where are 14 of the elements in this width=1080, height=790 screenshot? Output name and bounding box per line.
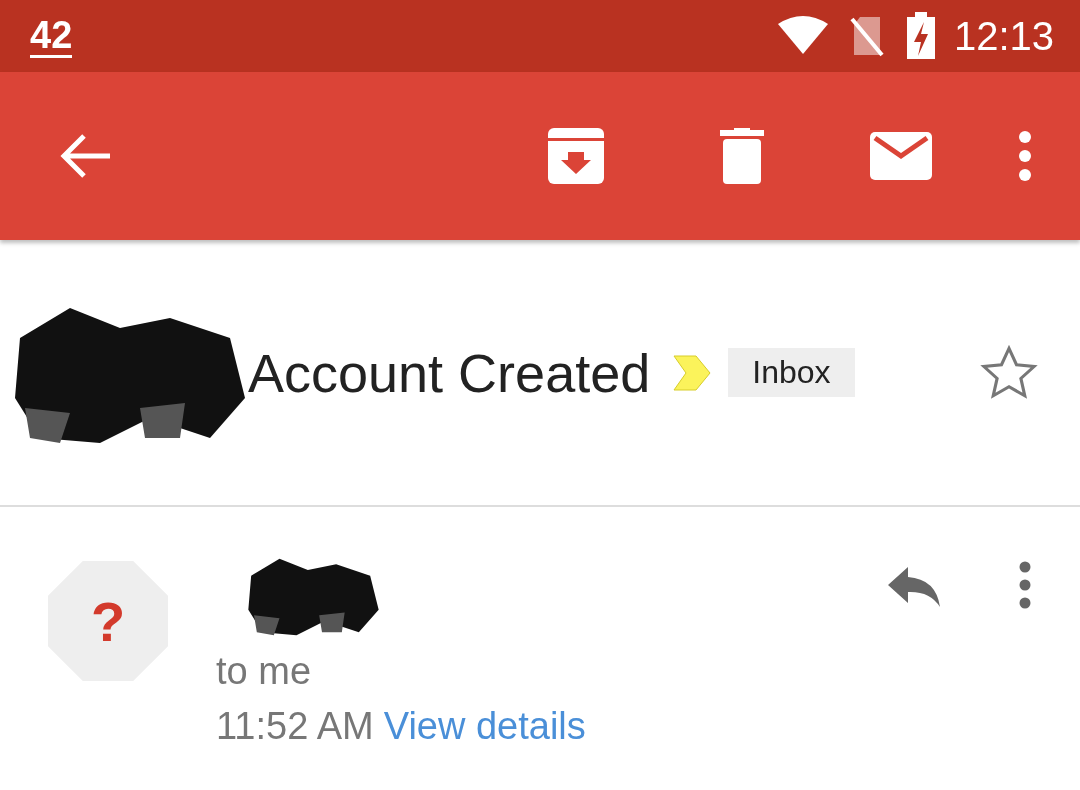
notification-count: 42 [30,14,73,58]
view-details-link[interactable]: View details [383,705,586,748]
recipient-text: to me [216,650,313,693]
wifi-icon [777,16,828,56]
no-sim-icon [849,15,884,57]
clock: 12:13 [953,13,1054,59]
battery-charging-icon [905,12,936,60]
more-icon [1018,561,1032,609]
subject-title: Account Created [248,341,651,404]
inbox-label: Inbox [728,348,855,397]
importance-marker-icon [672,353,713,392]
sender-avatar: ? [48,561,168,681]
more-icon [1018,130,1032,182]
message-time: 11:52 AM [216,705,374,748]
